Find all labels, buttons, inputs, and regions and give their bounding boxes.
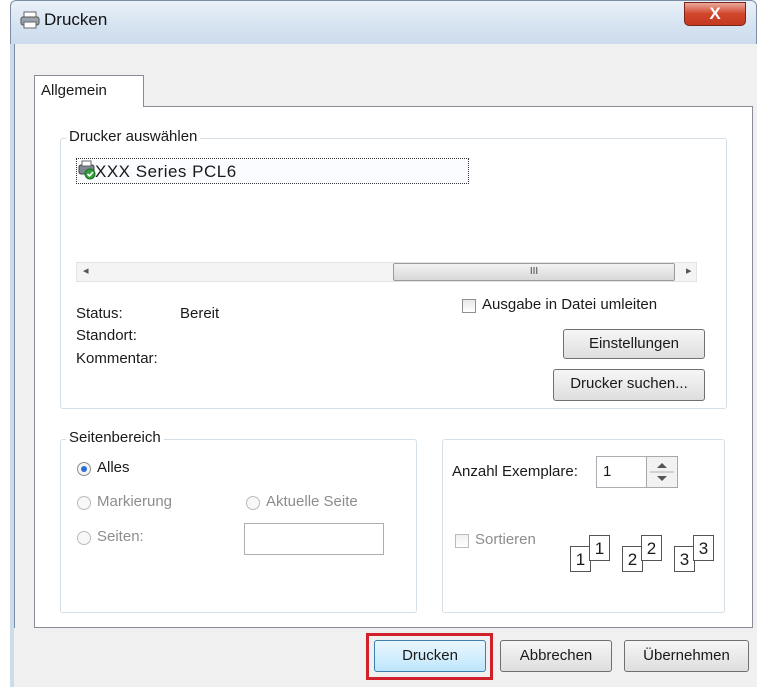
- spinner-arrows-icon: [650, 463, 674, 481]
- close-button[interactable]: X: [684, 2, 746, 26]
- comment-label: Kommentar:: [76, 350, 158, 367]
- tab-allgemein[interactable]: Allgemein: [34, 75, 144, 107]
- title-bar: [10, 0, 757, 44]
- page-icon: 2: [641, 535, 662, 561]
- copies-count-label: Anzahl Exemplare:: [452, 463, 578, 480]
- scrollbar-thumb[interactable]: III: [393, 263, 675, 281]
- copies-spinner[interactable]: [646, 456, 678, 488]
- page-range-legend: Seitenbereich: [66, 429, 164, 446]
- radio-all[interactable]: [77, 462, 91, 476]
- printer-icon: [20, 11, 40, 29]
- page-icon: 1: [589, 535, 610, 561]
- print-to-file-checkbox[interactable]: [462, 299, 476, 313]
- radio-current-page[interactable]: [246, 496, 260, 510]
- radio-selection[interactable]: [77, 496, 91, 510]
- radio-pages-label: Seiten:: [97, 528, 144, 545]
- pages-input[interactable]: [244, 523, 384, 555]
- page-icon: 2: [622, 546, 643, 572]
- page-icon: 3: [693, 535, 714, 561]
- scroll-left-icon[interactable]: ◂: [83, 264, 89, 277]
- printer-name: XXX Series PCL6: [95, 162, 237, 181]
- collate-label: Sortieren: [475, 531, 536, 548]
- print-button[interactable]: Drucken: [374, 640, 486, 672]
- print-to-file-label: Ausgabe in Datei umleiten: [482, 296, 658, 313]
- radio-all-label: Alles: [97, 459, 130, 476]
- status-value: Bereit: [180, 305, 220, 322]
- copies-count-input[interactable]: 1: [596, 456, 648, 488]
- status-label: Status:: [76, 305, 123, 322]
- settings-button[interactable]: Einstellungen: [563, 329, 705, 359]
- find-printer-button[interactable]: Drucker suchen...: [553, 369, 705, 401]
- cancel-button[interactable]: Abbrechen: [500, 640, 612, 672]
- page-icon: 3: [674, 546, 695, 572]
- radio-current-page-label: Aktuelle Seite: [266, 493, 358, 510]
- collate-checkbox[interactable]: [455, 534, 469, 548]
- printer-group-legend: Drucker auswählen: [66, 128, 201, 145]
- radio-pages[interactable]: [77, 531, 91, 545]
- page-icon: 1: [570, 546, 591, 572]
- scroll-right-icon[interactable]: ▸: [686, 264, 692, 277]
- radio-selection-label: Markierung: [97, 493, 173, 510]
- location-label: Standort:: [76, 327, 137, 344]
- apply-button[interactable]: Übernehmen: [624, 640, 749, 672]
- window-title: Drucken: [44, 10, 108, 29]
